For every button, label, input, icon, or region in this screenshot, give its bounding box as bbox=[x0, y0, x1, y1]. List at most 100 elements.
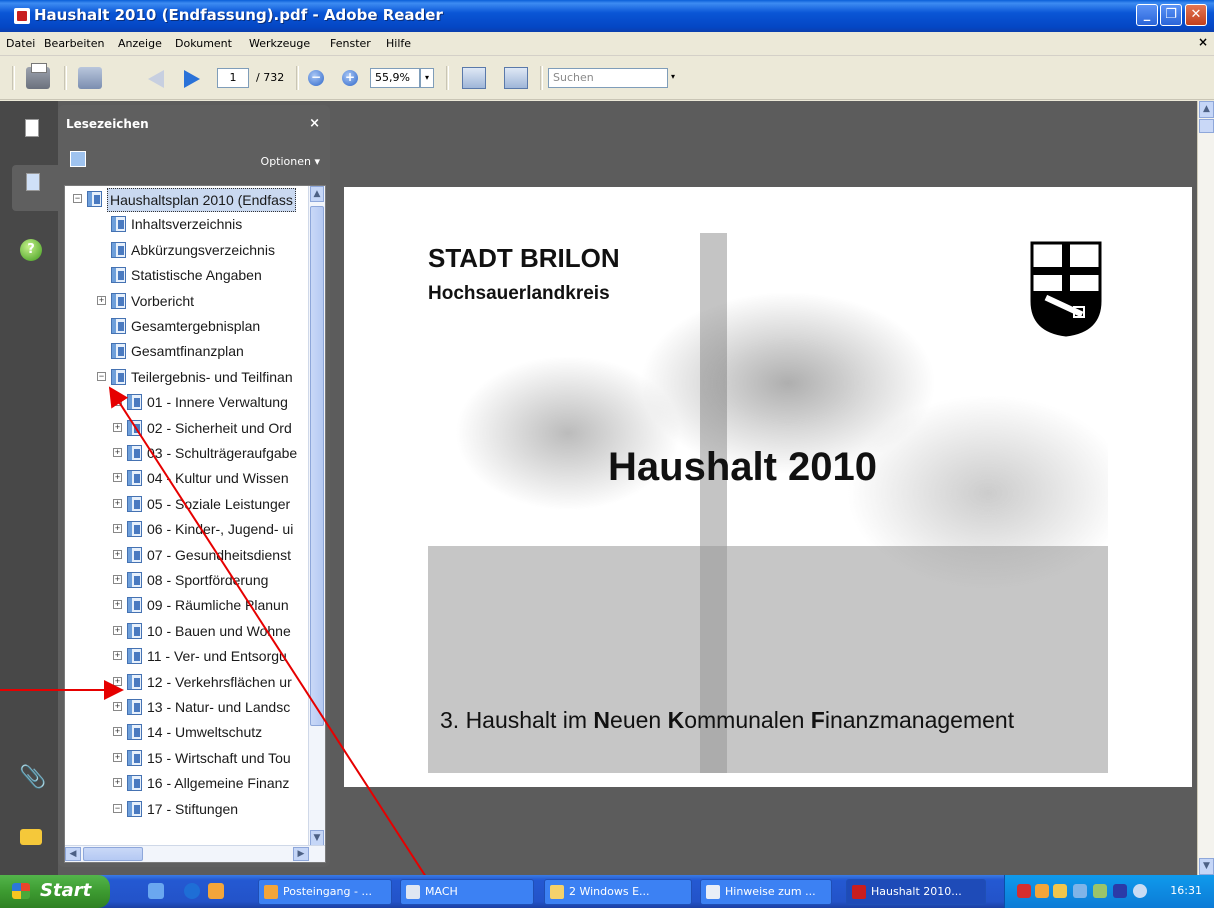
collapse-icon[interactable]: − bbox=[113, 803, 122, 813]
scroll-up-icon[interactable]: ▲ bbox=[1199, 101, 1214, 118]
update-icon[interactable] bbox=[1073, 884, 1087, 898]
expand-icon[interactable]: + bbox=[113, 651, 122, 661]
bookmark-item[interactable]: +03 - Schulträgeraufgabe bbox=[65, 442, 308, 464]
bookmark-item[interactable]: − Haushaltsplan 2010 (Endfass bbox=[65, 188, 308, 212]
volume-icon[interactable] bbox=[1133, 884, 1147, 898]
menu-bearbeiten[interactable]: Bearbeiten bbox=[44, 37, 104, 50]
bookmark-item[interactable]: +16 - Allgemeine Finanz bbox=[65, 772, 308, 794]
expand-icon[interactable]: + bbox=[113, 524, 122, 534]
previous-page-icon[interactable] bbox=[148, 70, 164, 88]
panel-close-icon[interactable]: × bbox=[309, 116, 320, 131]
bookmark-item[interactable]: +13 - Natur- und Landsc bbox=[65, 696, 308, 718]
pages-button[interactable] bbox=[11, 111, 43, 143]
expand-icon[interactable]: + bbox=[113, 422, 122, 432]
expand-icon[interactable]: + bbox=[113, 727, 122, 737]
bookmark-item[interactable]: +11 - Ver- und Entsorgu bbox=[65, 645, 308, 667]
task-haushalt[interactable]: Haushalt 2010... bbox=[846, 879, 986, 905]
bookmarks-button[interactable] bbox=[12, 165, 58, 211]
bookmark-item[interactable]: +10 - Bauen und Wohne bbox=[65, 620, 308, 642]
options-menu[interactable]: Optionen ▾ bbox=[261, 155, 320, 168]
bookmark-item[interactable]: +01 - Innere Verwaltung bbox=[65, 391, 308, 413]
search-input[interactable]: Suchen bbox=[548, 68, 668, 88]
expand-icon[interactable]: + bbox=[113, 549, 122, 559]
antivirus-icon[interactable] bbox=[1017, 884, 1031, 898]
expand-icon[interactable]: + bbox=[113, 600, 122, 610]
menu-anzeige[interactable]: Anzeige bbox=[118, 37, 162, 50]
bookmark-item[interactable]: Gesamtergebnisplan bbox=[65, 315, 308, 337]
task-hinweise[interactable]: Hinweise zum ... bbox=[700, 879, 832, 905]
scroll-down-icon[interactable]: ▼ bbox=[310, 830, 324, 846]
bookmark-item[interactable]: +02 - Sicherheit und Ord bbox=[65, 417, 308, 439]
bookmark-item[interactable]: +09 - Räumliche Planun bbox=[65, 594, 308, 616]
window-titlebar[interactable]: Haushalt 2010 (Endfassung).pdf - Adobe R… bbox=[0, 0, 1214, 32]
menu-datei[interactable]: Datei bbox=[6, 37, 35, 50]
search-dropdown-icon[interactable]: ▾ bbox=[666, 68, 680, 88]
collapse-icon[interactable]: − bbox=[97, 371, 106, 381]
task-posteingang[interactable]: Posteingang - ... bbox=[258, 879, 392, 905]
scroll-thumb[interactable] bbox=[310, 206, 324, 726]
share-icon[interactable] bbox=[78, 67, 102, 89]
fit-page-icon[interactable] bbox=[504, 67, 528, 89]
tree-vertical-scrollbar[interactable]: ▲ ▼ bbox=[308, 186, 325, 846]
network-icon[interactable] bbox=[1053, 884, 1067, 898]
bookmark-item[interactable]: +12 - Verkehrsflächen ur bbox=[65, 671, 308, 693]
expand-icon[interactable]: + bbox=[113, 473, 122, 483]
expand-icon[interactable]: + bbox=[97, 295, 106, 305]
scroll-right-icon[interactable]: ▶ bbox=[293, 847, 309, 861]
restore-button[interactable]: ❐ bbox=[1160, 4, 1182, 26]
expand-icon[interactable]: + bbox=[113, 575, 122, 584]
tree-horizontal-scrollbar[interactable]: ◀ ▶ bbox=[65, 845, 325, 862]
expand-icon[interactable]: + bbox=[113, 702, 122, 711]
zoom-out-icon[interactable]: − bbox=[308, 70, 324, 86]
scroll-left-icon[interactable]: ◀ bbox=[65, 847, 81, 861]
media-icon[interactable] bbox=[1113, 884, 1127, 898]
print-icon[interactable] bbox=[26, 63, 50, 89]
scroll-thumb[interactable] bbox=[1199, 119, 1214, 133]
expand-icon[interactable]: + bbox=[113, 448, 122, 457]
menu-werkzeuge[interactable]: Werkzeuge bbox=[249, 37, 310, 50]
bookmark-item[interactable]: Inhaltsverzeichnis bbox=[65, 213, 308, 235]
fit-width-icon[interactable] bbox=[462, 67, 486, 89]
bookmark-item[interactable]: + Vorbericht bbox=[65, 290, 308, 312]
zoom-level-input[interactable]: 55,9% bbox=[370, 68, 420, 88]
menu-dokument[interactable]: Dokument bbox=[175, 37, 232, 50]
document-vertical-scrollbar[interactable]: ▲ ▼ bbox=[1197, 101, 1214, 875]
security-icon[interactable] bbox=[1093, 884, 1107, 898]
expand-icon[interactable]: + bbox=[113, 676, 122, 686]
bookmark-item[interactable]: +05 - Soziale Leistunger bbox=[65, 493, 308, 515]
attachments-button[interactable]: 📎 bbox=[11, 761, 46, 793]
bookmark-item[interactable]: +06 - Kinder-, Jugend- ui bbox=[65, 518, 308, 540]
scroll-down-icon[interactable]: ▼ bbox=[1199, 858, 1214, 875]
bookmark-item[interactable]: +14 - Umweltschutz bbox=[65, 721, 308, 743]
expand-icon[interactable]: + bbox=[113, 778, 122, 788]
bookmark-item[interactable]: − 17 - Stiftungen bbox=[65, 798, 308, 820]
task-mach[interactable]: MACH bbox=[400, 879, 534, 905]
expand-icon[interactable]: + bbox=[113, 397, 122, 407]
start-button[interactable]: Start bbox=[0, 875, 110, 908]
new-bookmark-icon[interactable] bbox=[70, 151, 86, 167]
zoom-dropdown-icon[interactable]: ▾ bbox=[420, 68, 434, 88]
close-button[interactable]: ✕ bbox=[1185, 4, 1207, 26]
bookmark-item[interactable]: − Teilergebnis- und Teilfinan bbox=[65, 366, 308, 388]
zoom-in-icon[interactable]: + bbox=[342, 70, 358, 86]
bookmark-item[interactable]: +07 - Gesundheitsdienst bbox=[65, 544, 308, 566]
menu-fenster[interactable]: Fenster bbox=[330, 37, 371, 50]
tray-app-icon[interactable] bbox=[1035, 884, 1049, 898]
expand-icon[interactable]: + bbox=[113, 625, 122, 635]
help-button[interactable]: ? bbox=[11, 231, 43, 263]
expand-icon[interactable]: + bbox=[113, 498, 122, 508]
bookmark-item[interactable]: Abkürzungsverzeichnis bbox=[65, 239, 308, 261]
page-number-input[interactable]: 1 bbox=[217, 68, 249, 88]
outlook-icon[interactable] bbox=[208, 883, 224, 899]
bookmark-item[interactable]: +08 - Sportförderung bbox=[65, 569, 308, 591]
minimize-button[interactable]: _ bbox=[1136, 4, 1158, 26]
bookmark-item[interactable]: +15 - Wirtschaft und Tou bbox=[65, 747, 308, 769]
bookmark-item[interactable]: +04 - Kultur und Wissen bbox=[65, 467, 308, 489]
task-windows-explorer[interactable]: 2 Windows E... bbox=[544, 879, 692, 905]
expand-icon[interactable]: + bbox=[113, 752, 122, 762]
collapse-icon[interactable]: − bbox=[73, 194, 82, 203]
close-document-icon[interactable]: × bbox=[1198, 35, 1208, 49]
menu-hilfe[interactable]: Hilfe bbox=[386, 37, 411, 50]
show-desktop-icon[interactable] bbox=[148, 883, 164, 899]
bookmark-item[interactable]: Statistische Angaben bbox=[65, 264, 308, 286]
